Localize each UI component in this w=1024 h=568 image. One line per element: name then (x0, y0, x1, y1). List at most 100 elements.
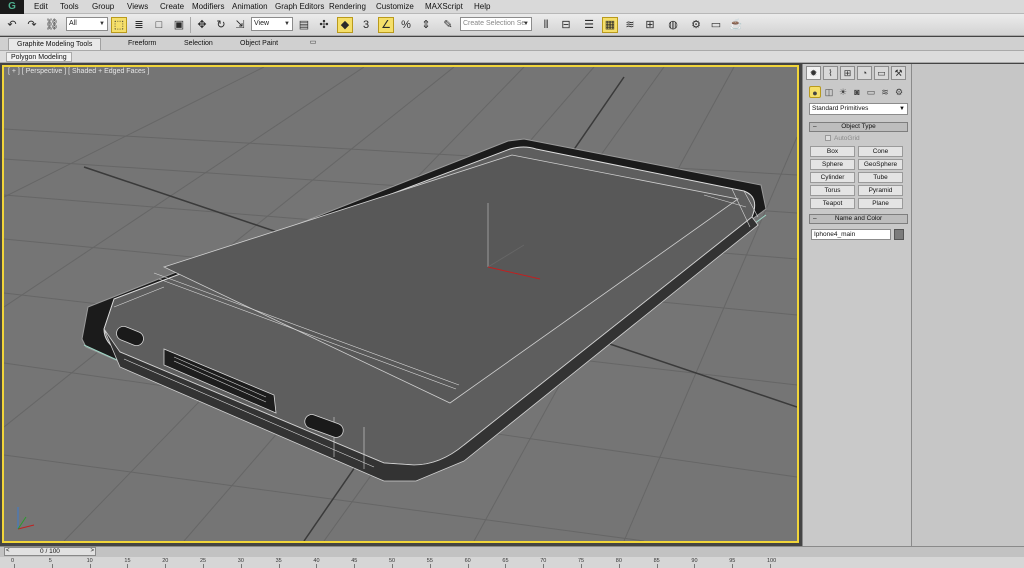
menu-edit[interactable]: Edit (34, 2, 48, 12)
menu-views[interactable]: Views (127, 2, 148, 12)
timeline-tick-mark (127, 564, 129, 568)
cone-button[interactable]: Cone (858, 146, 903, 157)
perspective-viewport[interactable]: [ + ] [ Perspective ] [ Shaded + Edged F… (2, 65, 799, 543)
pivot-center-icon[interactable]: ▤ (296, 17, 312, 33)
link-icon[interactable]: ⛓ (44, 17, 60, 33)
keyboard-shortcut-override-icon[interactable]: ◆ (337, 17, 353, 33)
spacewarps-category-icon[interactable]: ≋ (879, 86, 891, 98)
shapes-category-icon[interactable]: ◫ (823, 86, 835, 98)
select-by-name-icon[interactable]: ≣ (131, 17, 147, 33)
torus-button[interactable]: Torus (810, 185, 855, 196)
rectangular-region-icon[interactable]: □ (151, 17, 167, 33)
name-and-color-rollout-label: Name and Color (834, 215, 883, 222)
undo-icon[interactable]: ↶ (4, 17, 20, 33)
time-slider[interactable]: < 0 / 100 > (4, 547, 96, 556)
timeline-tick-mark (392, 564, 393, 568)
track-bar[interactable]: 0 5 10 15 20 25 30 35 40 45 50 55 60 65 70 75 80 85 90 95 10… (0, 557, 1024, 568)
plane-button[interactable]: Plane (858, 198, 903, 209)
named-selection-set-dropdown[interactable]: Create Selection Se ▼ (460, 17, 532, 31)
timeline: < 0 / 100 > 0 5 10 15 20 25 30 35 40 45 50 55 60 65 70… (0, 546, 1024, 568)
cylinder-button[interactable]: Cylinder (810, 172, 855, 183)
selection-filter-dropdown[interactable]: All ▼ (66, 17, 108, 31)
menu-tools[interactable]: Tools (60, 2, 79, 12)
autogrid-checkbox[interactable]: AutoGrid (825, 135, 860, 142)
select-object-icon[interactable]: ⬚ (111, 17, 127, 33)
timeline-tick-mark (694, 564, 696, 568)
object-type-rollout-header[interactable]: – Object Type (809, 122, 908, 132)
redo-icon[interactable]: ↷ (24, 17, 40, 33)
ribbon-options-icon[interactable]: ▭ (305, 35, 321, 51)
viewport-label[interactable]: [ + ] [ Perspective ] [ Shaded + Edged F… (8, 68, 149, 75)
timeline-tick-mark (505, 564, 507, 568)
rotate-icon[interactable]: ↻ (213, 17, 229, 33)
edit-named-selection-icon[interactable]: ✎ (440, 17, 456, 33)
lights-category-icon[interactable]: ☀ (837, 86, 849, 98)
tab-display-icon[interactable]: ▭ (874, 66, 889, 80)
panel-polygon-modeling[interactable]: Polygon Modeling (6, 52, 72, 62)
schematic-view-icon[interactable]: ⊞ (642, 17, 658, 33)
reference-coordinate-dropdown[interactable]: View ▼ (251, 17, 293, 31)
angle-snap-icon[interactable]: ∠ (378, 17, 394, 33)
rendered-frame-window-icon[interactable]: ▭ (708, 17, 724, 33)
helpers-category-icon[interactable]: ▭ (865, 86, 877, 98)
scale-icon[interactable]: ⇲ (232, 17, 248, 33)
world-axis-tripod (17, 507, 35, 530)
chevron-down-icon: ▼ (523, 21, 529, 27)
time-slider-frame: 0 / 100 (40, 548, 60, 555)
tab-selection[interactable]: Selection (176, 38, 221, 50)
tab-object-paint[interactable]: Object Paint (232, 38, 286, 50)
timeline-tick-mark (354, 564, 356, 568)
menu-rendering[interactable]: Rendering (329, 2, 366, 12)
percent-snap-icon[interactable]: % (398, 17, 414, 33)
menu-animation[interactable]: Animation (232, 2, 268, 12)
timeline-tick-mark (467, 564, 469, 568)
select-manipulate-icon[interactable]: ✣ (316, 17, 332, 33)
chevron-right-icon[interactable]: > (90, 548, 94, 555)
box-button[interactable]: Box (810, 146, 855, 157)
geosphere-button[interactable]: GeoSphere (858, 159, 903, 170)
teapot-button[interactable]: Teapot (810, 198, 855, 209)
object-color-swatch[interactable] (894, 229, 904, 240)
mirror-icon[interactable]: ⫴ (538, 17, 554, 33)
cameras-category-icon[interactable]: ◙ (851, 86, 863, 98)
timeline-tick-mark (316, 564, 318, 568)
menu-graph-editors[interactable]: Graph Editors (275, 2, 324, 12)
render-setup-icon[interactable]: ⚙ (688, 17, 704, 33)
render-production-icon[interactable]: ☕ (728, 17, 744, 33)
tab-freeform[interactable]: Freeform (120, 38, 164, 50)
sphere-button[interactable]: Sphere (810, 159, 855, 170)
ribbon-panel: Polygon Modeling (0, 51, 1024, 63)
tab-hierarchy-icon[interactable]: ⊞ (840, 66, 855, 80)
tube-button[interactable]: Tube (858, 172, 903, 183)
name-and-color-rollout-header[interactable]: – Name and Color (809, 214, 908, 224)
tab-graphite-modeling-tools[interactable]: Graphite Modeling Tools (8, 38, 102, 50)
layer-manager-icon[interactable]: ☰ (581, 17, 597, 33)
systems-category-icon[interactable]: ⚙ (893, 86, 905, 98)
timeline-tick-mark (581, 564, 582, 568)
align-icon[interactable]: ⊟ (558, 17, 574, 33)
menu-modifiers[interactable]: Modifiers (192, 2, 224, 12)
menu-customize[interactable]: Customize (376, 2, 414, 12)
chevron-left-icon[interactable]: < (6, 548, 10, 555)
material-editor-icon[interactable]: ◍ (665, 17, 681, 33)
menu-maxscript[interactable]: MAXScript (425, 2, 463, 12)
tab-utilities-icon[interactable]: ⚒ (891, 66, 906, 80)
menu-create[interactable]: Create (160, 2, 184, 12)
snap-toggle-icon[interactable]: 3 (358, 17, 374, 33)
tab-motion-icon[interactable]: ◔ (857, 66, 872, 80)
menu-help[interactable]: Help (474, 2, 490, 12)
main-toolbar: ↶ ↷ ⛓ All ▼ ⬚ ≣ □ ▣ ✥ ↻ ⇲ View ▼ ▤ ✣ ◆ 3 ∠… (0, 14, 1024, 36)
object-name-input[interactable]: Iphone4_main (811, 229, 891, 240)
graphite-toggle-icon[interactable]: ▦ (602, 17, 618, 33)
app-logo-button[interactable]: G (0, 0, 24, 14)
window-crossing-icon[interactable]: ▣ (171, 17, 187, 33)
menu-group[interactable]: Group (92, 2, 114, 12)
curve-editor-icon[interactable]: ≋ (622, 17, 638, 33)
geometry-category-icon[interactable]: ● (809, 86, 821, 98)
tab-create-icon[interactable]: ✹ (806, 66, 821, 80)
tab-modify-icon[interactable]: ⌇ (823, 66, 838, 80)
move-icon[interactable]: ✥ (194, 17, 210, 33)
spinner-snap-icon[interactable]: ⇕ (418, 17, 434, 33)
pyramid-button[interactable]: Pyramid (858, 185, 903, 196)
primitive-type-dropdown[interactable]: Standard Primitives ▼ (809, 103, 908, 115)
